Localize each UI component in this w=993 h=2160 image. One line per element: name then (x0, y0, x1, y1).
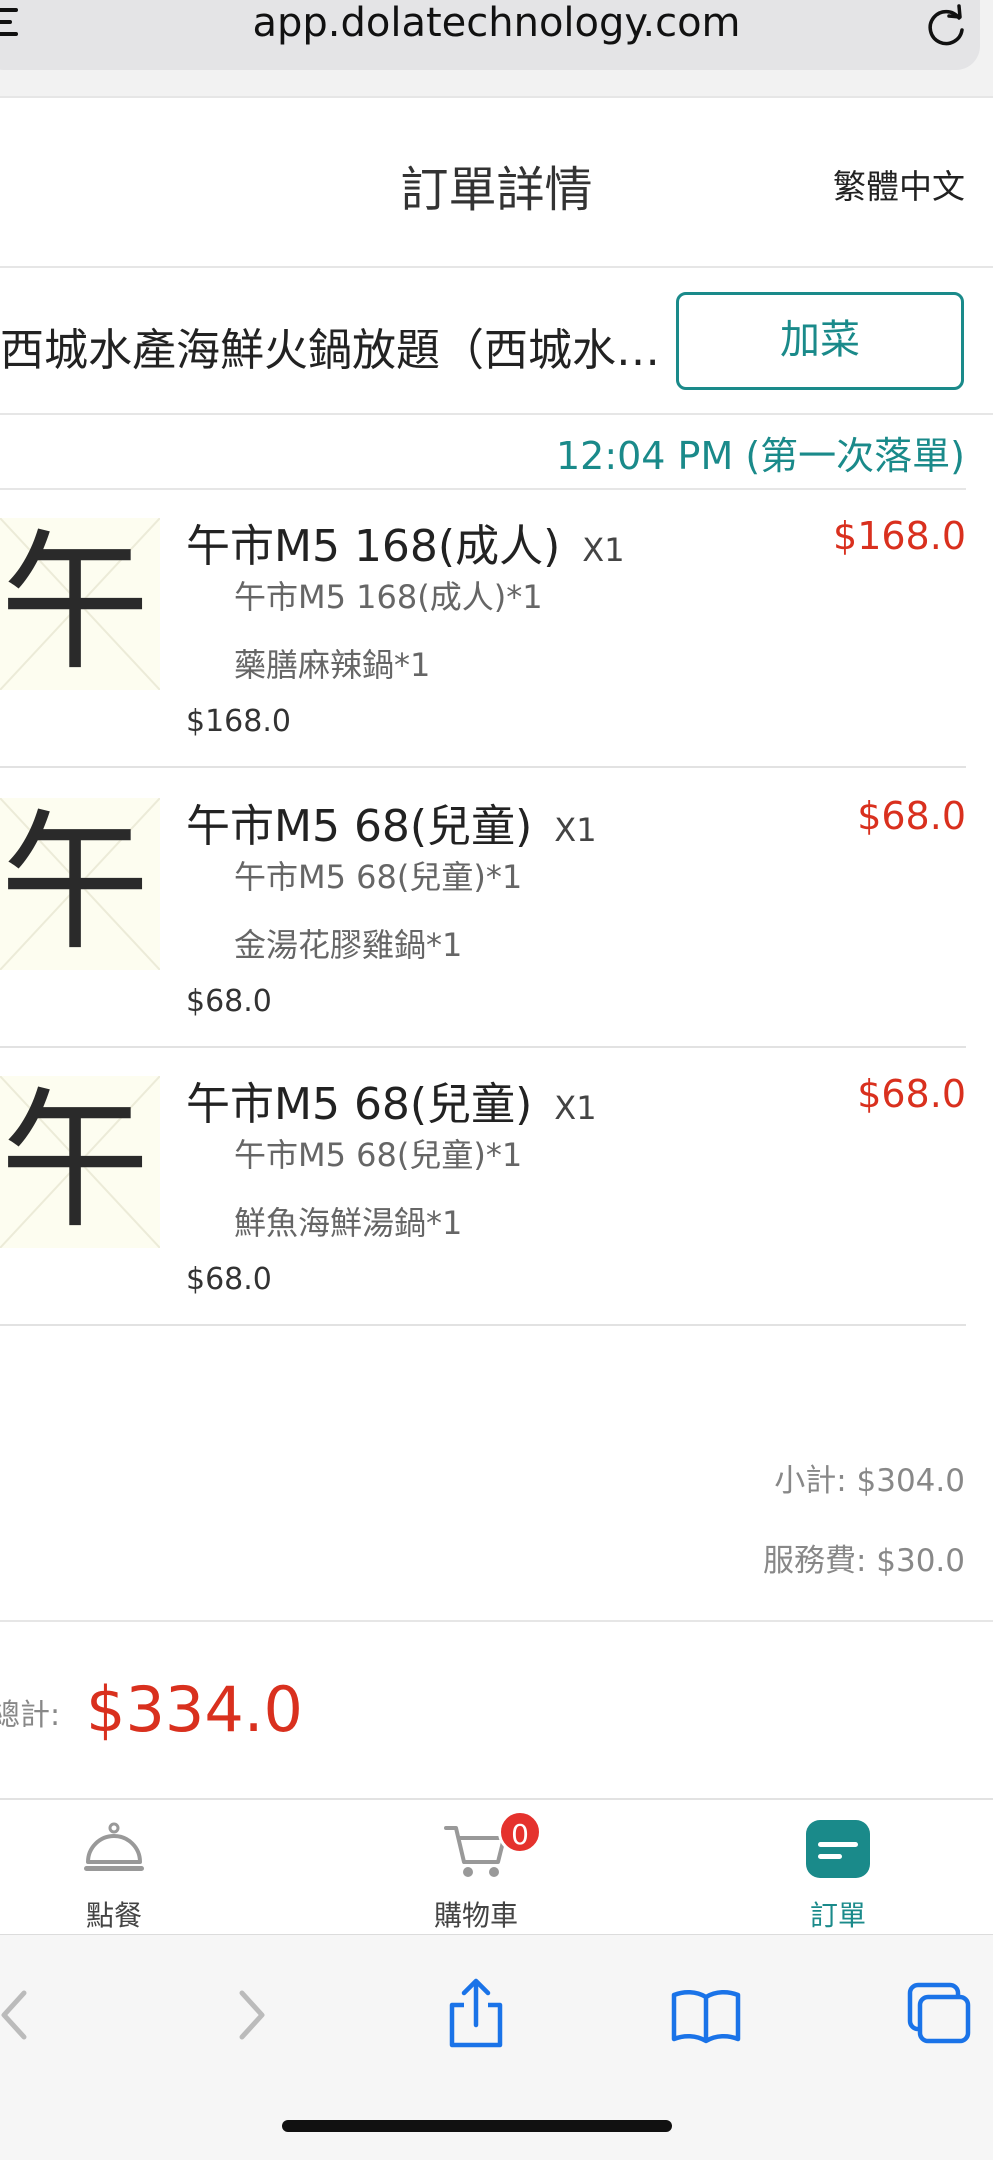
subtotal: 小計: $304.0 (774, 1463, 965, 1499)
item-option: 午市M5 68(兒童)*1 (234, 858, 523, 896)
item-price: $68.0 (857, 1072, 966, 1116)
item-qty: X1 (554, 811, 597, 849)
tab-label: 購物車 (433, 1899, 518, 1932)
cart-badge: 0 (498, 1810, 542, 1854)
language-switch[interactable]: 繁體中文 (833, 160, 965, 208)
item-option: 午市M5 68(兒童)*1 (234, 1136, 523, 1174)
divider (0, 1620, 993, 1622)
item-qty: X1 (554, 1089, 597, 1127)
order-item: 午 午市M5 168(成人) X1 $168.0 午市M5 168(成人)*1 藥… (0, 490, 966, 768)
item-name: 午市M5 68(兒童) X1 (186, 801, 597, 852)
tab-orders[interactable]: 訂單 (738, 1800, 938, 1936)
order-item: 午 午市M5 68(兒童) X1 $68.0 午市M5 68(兒童)*1 鮮魚海鮮… (0, 1048, 966, 1326)
home-indicator (282, 2120, 672, 2132)
back-icon[interactable] (0, 1975, 60, 2055)
item-name: 午市M5 168(成人) X1 (186, 521, 625, 572)
browser-url-bar: app.dolatechnology.com (0, 0, 993, 96)
order-item: 午 午市M5 68(兒童) X1 $68.0 午市M5 68(兒童)*1 金湯花膠… (0, 770, 966, 1048)
total-amount: $334.0 (86, 1673, 303, 1746)
tab-cart[interactable]: 0 購物車 (376, 1800, 576, 1936)
item-thumbnail: 午 (0, 798, 160, 970)
add-dish-button[interactable]: 加菜 (676, 292, 964, 390)
service-charge: 服務費: $30.0 (762, 1543, 965, 1579)
item-thumbnail: 午 (0, 1076, 160, 1248)
item-name: 午市M5 68(兒童) X1 (186, 1079, 597, 1130)
item-option: 藥膳麻辣鍋*1 (234, 646, 431, 684)
item-option: 午市M5 168(成人)*1 (234, 578, 543, 616)
item-option: 金湯花膠雞鍋*1 (234, 926, 463, 964)
tab-label: 點餐 (85, 1899, 142, 1932)
total-label: 總計: (0, 1698, 61, 1733)
item-unit-price: $68.0 (186, 1262, 272, 1297)
item-qty: X1 (582, 531, 625, 569)
item-price: $68.0 (857, 794, 966, 838)
reload-icon[interactable] (923, 4, 969, 50)
bottom-tab-bar: 點餐 0 購物車 訂單 (0, 1798, 993, 1934)
item-unit-price: $68.0 (186, 984, 272, 1019)
url-text[interactable]: app.dolatechnology.com (0, 0, 993, 50)
order-time: 12:04 PM (第一次落單) (555, 434, 965, 478)
order-icon (806, 1820, 870, 1878)
tabs-icon[interactable] (896, 1975, 976, 2055)
item-price: $168.0 (833, 514, 966, 558)
share-icon[interactable] (436, 1975, 516, 2055)
cloche-icon (84, 1822, 144, 1871)
restaurant-row: 西城水產海鮮火鍋放題（西城水… 加菜 (0, 270, 993, 415)
tab-label: 訂單 (809, 1899, 866, 1932)
tab-order-food[interactable]: 點餐 (14, 1800, 214, 1936)
item-thumbnail: 午 (0, 518, 160, 690)
bookmarks-icon[interactable] (666, 1975, 746, 2055)
forward-icon[interactable] (208, 1975, 288, 2055)
item-unit-price: $168.0 (186, 704, 291, 739)
item-option: 鮮魚海鮮湯鍋*1 (234, 1204, 463, 1242)
restaurant-name: 西城水產海鮮火鍋放題（西城水… (0, 325, 660, 376)
page-header: 訂單詳情 繁體中文 (0, 96, 993, 268)
